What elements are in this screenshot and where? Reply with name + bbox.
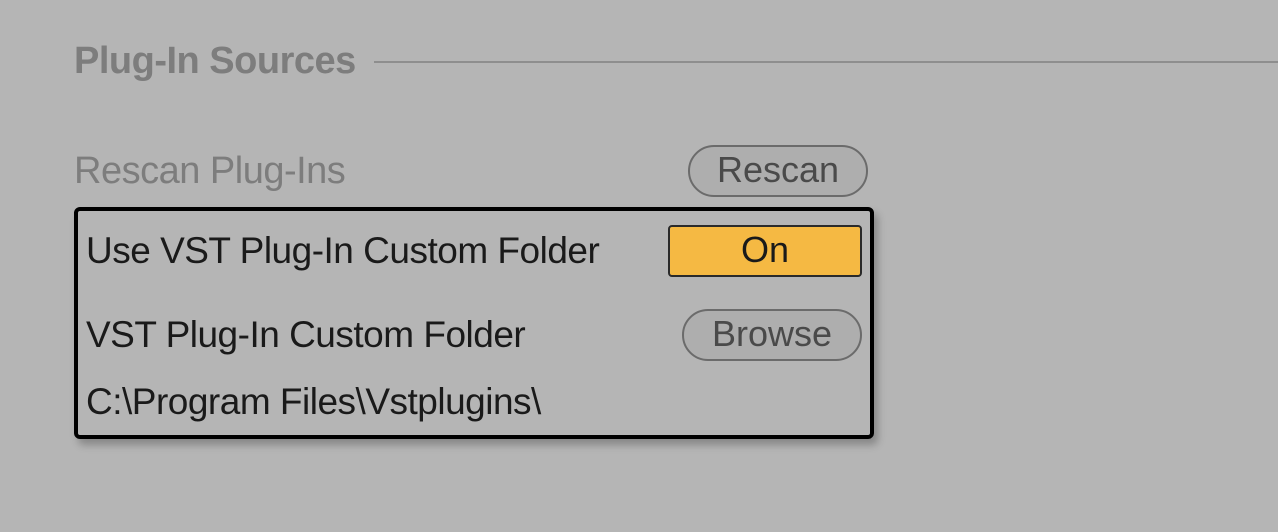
custom-folder-label: VST Plug-In Custom Folder [86,314,525,356]
browse-button[interactable]: Browse [682,309,862,361]
use-custom-folder-row: Use VST Plug-In Custom Folder On [86,225,862,277]
custom-folder-path: C:\Program Files\Vstplugins\ [86,381,862,423]
section-header: Plug-In Sources [74,40,1278,83]
rescan-button[interactable]: Rescan [688,145,868,197]
section-divider [374,61,1278,63]
use-custom-folder-label: Use VST Plug-In Custom Folder [86,230,599,272]
rescan-row: Rescan Plug-Ins Rescan [74,145,1278,197]
rescan-label: Rescan Plug-Ins [74,150,345,193]
custom-folder-box: Use VST Plug-In Custom Folder On VST Plu… [74,207,874,439]
custom-folder-row: VST Plug-In Custom Folder Browse [86,309,862,361]
use-custom-folder-toggle[interactable]: On [668,225,862,277]
section-title: Plug-In Sources [74,40,356,83]
